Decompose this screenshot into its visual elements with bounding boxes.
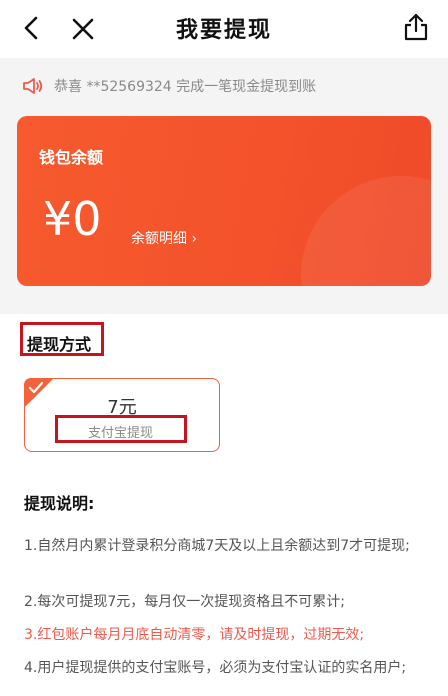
rule-item-highlight: 3.红包账户每月月底自动清零，请及时提现，过期无效;	[24, 627, 365, 643]
rules-title: 提现说明:	[24, 494, 95, 513]
withdraw-option-7[interactable]: 7元 支付宝提现	[24, 378, 220, 452]
speaker-icon	[23, 78, 43, 94]
wallet-label: 钱包余额	[39, 148, 104, 167]
notice-bar: 恭喜 **52569324 完成一笔现金提现到账	[0, 58, 448, 114]
balance-detail-link[interactable]: 余额明细 ›	[131, 228, 197, 248]
section-title-text: 提现方式	[27, 335, 92, 354]
option-method-text: 支付宝提现	[88, 426, 154, 441]
notice-text: 恭喜 **52569324 完成一笔现金提现到账	[54, 79, 317, 95]
wallet-amount: ¥0	[43, 192, 102, 246]
nav-bar: 我要提现	[0, 0, 448, 58]
withdraw-method-title: 提现方式	[20, 322, 104, 356]
page-title: 我要提现	[175, 17, 272, 43]
share-icon[interactable]	[402, 12, 430, 42]
card-decoration	[301, 176, 431, 286]
option-method: 支付宝提现	[55, 415, 187, 443]
wallet-card: 钱包余额 ¥0 余额明细 ›	[17, 116, 431, 286]
rule-item: 4.用户提现提供的支付宝账号，必须为支付宝认证的实名用户;	[24, 660, 407, 676]
rule-item: 2.每次可提现7元，每月仅一次提现资格且不可累计;	[24, 594, 345, 610]
rule-item: 1.自然月内累计登录积分商城7天及以上且余额达到7才可提现;	[24, 538, 410, 554]
